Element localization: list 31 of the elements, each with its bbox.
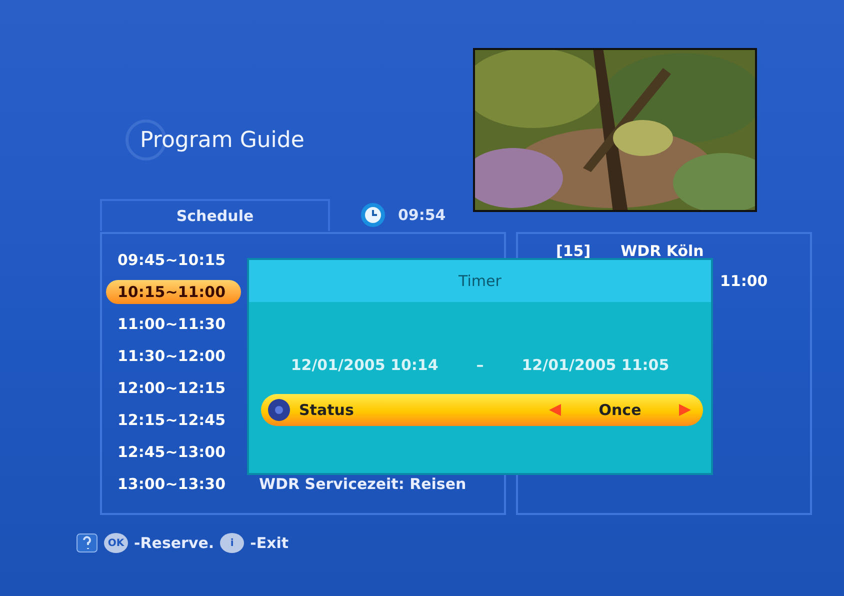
start-time: 12/01/2005 10:14 [290, 356, 438, 374]
time-separator: – [476, 356, 484, 374]
time-slot[interactable]: 12:45~13:00 [106, 440, 241, 464]
key-hint: -Reserve. [134, 534, 214, 552]
bullet-icon [267, 398, 291, 422]
status-value: Once [598, 401, 642, 419]
end-time: 12/01/2005 11:05 [522, 356, 670, 374]
schedule-tab[interactable]: Schedule [100, 199, 330, 231]
left-arrow-icon[interactable] [547, 402, 563, 418]
time-slot[interactable]: 09:45~10:15 [106, 248, 241, 272]
time-slot[interactable]: 11:30~12:00 [106, 344, 241, 368]
time-slot[interactable]: 13:00~13:30 [106, 472, 241, 496]
dialog-title: Timer [249, 260, 711, 302]
status-label: Status [299, 401, 355, 419]
help-icon [76, 533, 98, 553]
channel-number: [15] [556, 242, 591, 260]
right-arrow-icon[interactable] [677, 402, 693, 418]
remote-key: i [220, 533, 244, 553]
status-option[interactable]: Status Once [261, 394, 703, 426]
clock-time: 09:54 [398, 206, 446, 224]
time-slot[interactable]: 11:00~11:30 [106, 312, 241, 336]
program-title: WDR Servicezeit: Reisen [259, 475, 466, 493]
remote-key: OK [104, 533, 128, 553]
program-end-time: 11:00 [720, 272, 768, 290]
time-slot[interactable]: 12:15~12:45 [106, 408, 241, 432]
clock-icon [360, 202, 386, 228]
key-hint: -Exit [250, 534, 289, 552]
time-slot[interactable]: 12:00~12:15 [106, 376, 241, 400]
channel-name: WDR Köln [620, 242, 704, 260]
program-guide-title: Program Guide [140, 128, 304, 152]
time-slot[interactable]: 10:15~11:00 [106, 280, 241, 304]
